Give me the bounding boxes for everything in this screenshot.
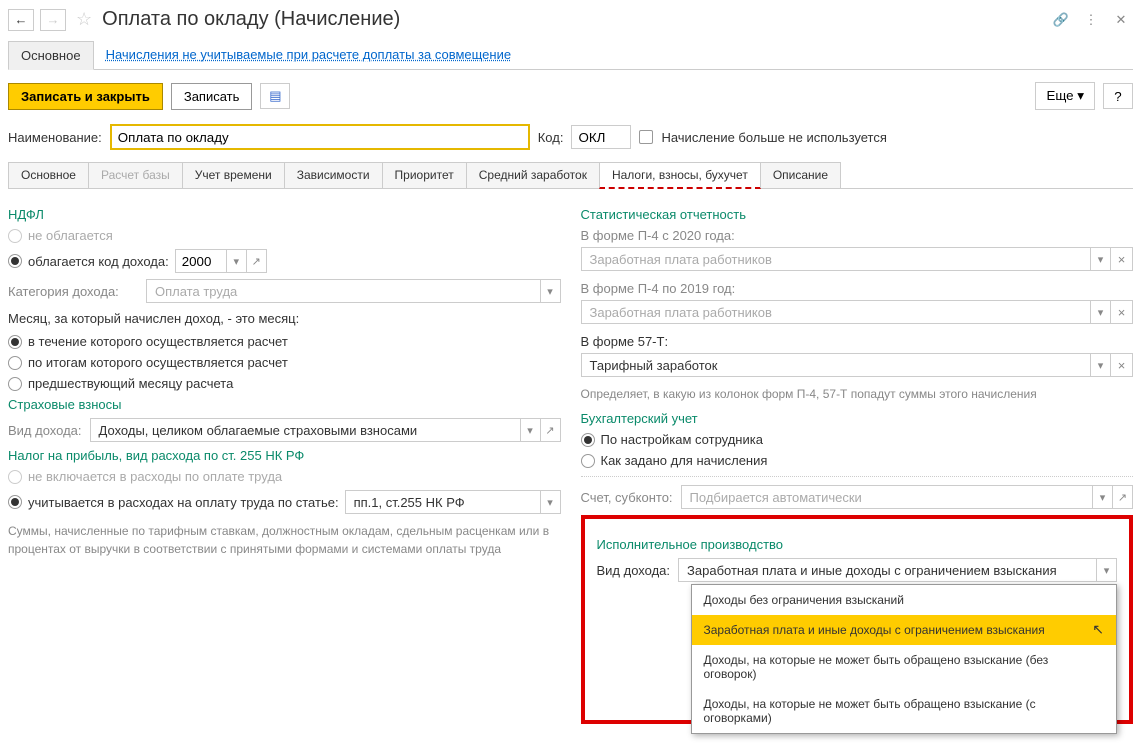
code-input[interactable] [571,125,631,149]
exec-option-1[interactable]: Заработная плата и иные доходы с огранич… [692,615,1117,645]
insurance-type-value: Доходы, целиком облагаемые страховыми вз… [91,421,520,440]
month-label: Месяц, за который начислен доход, - это … [8,311,561,326]
tab-time[interactable]: Учет времени [182,162,285,188]
close-icon[interactable]: ✕ [1109,9,1133,31]
tab-taxes[interactable]: Налоги, взносы, бухучет [599,162,761,189]
exec-head: Исполнительное производство [597,537,1118,552]
cursor-icon: ↖ [1092,621,1104,638]
help-button[interactable]: ? [1103,83,1133,109]
dropdown-icon[interactable]: ▾ [226,250,246,272]
dropdown-icon[interactable]: ▾ [540,491,560,513]
exec-option-0[interactable]: Доходы без ограничения взысканий [692,585,1117,615]
top-tab-link[interactable]: Начисления не учитываемые при расчете до… [94,41,524,69]
clear-icon[interactable]: × [1111,300,1133,324]
clear-icon[interactable]: × [1111,353,1133,377]
acc-opt2-radio[interactable] [581,454,595,468]
month-opt3-radio[interactable] [8,377,22,391]
back-button[interactable]: ← [8,9,34,31]
insurance-head: Страховые взносы [8,397,561,412]
save-close-button[interactable]: Записать и закрыть [8,83,163,110]
article-value: пп.1, ст.255 НК РФ [346,493,540,512]
accounting-head: Бухгалтерский учет [581,411,1134,426]
code-label: Код: [538,130,564,145]
exec-type-label: Вид дохода: [597,563,671,578]
ndfl-not-taxed-radio[interactable] [8,229,22,243]
tab-base[interactable]: Расчет базы [88,162,183,188]
account-label: Счет, субконто: [581,490,673,505]
page-title: Оплата по окладу (Начисление) [102,8,1043,31]
open-icon[interactable]: ↗ [540,419,560,441]
category-value: Оплата труда [147,282,540,301]
ndfl-not-taxed-label: не облагается [28,228,113,243]
top-tab-main[interactable]: Основное [8,41,94,70]
exec-option-3[interactable]: Доходы, на которые не может быть обращен… [692,689,1117,733]
save-button[interactable]: Записать [171,83,253,110]
exec-type-value: Заработная плата и иные доходы с огранич… [679,561,1096,580]
tab-deps[interactable]: Зависимости [284,162,383,188]
clear-icon[interactable]: × [1111,247,1133,271]
profit-opt2-radio[interactable] [8,495,22,509]
ndfl-head: НДФЛ [8,207,561,222]
not-used-label: Начисление больше не используется [661,130,886,145]
not-used-checkbox[interactable] [639,130,653,144]
profit-note: Суммы, начисленные по тарифным ставкам, … [8,522,561,558]
link-icon[interactable]: 🔗 [1049,9,1073,31]
tab-description[interactable]: Описание [760,162,841,188]
account-placeholder: Подбирается автоматически [682,488,1092,507]
report-icon[interactable]: ▤ [260,83,290,109]
dropdown-icon[interactable]: ▾ [1092,486,1112,508]
tab-main[interactable]: Основное [8,162,89,188]
tab-average[interactable]: Средний заработок [466,162,600,188]
dropdown-icon[interactable]: ▾ [1090,248,1110,270]
tab-priority[interactable]: Приоритет [382,162,467,188]
dropdown-icon[interactable]: ▾ [1096,559,1116,581]
f57t-label: В форме 57-Т: [581,334,1134,349]
dropdown-icon[interactable]: ▾ [540,280,560,302]
favorite-icon[interactable]: ☆ [76,9,92,30]
exec-option-2[interactable]: Доходы, на которые не может быть обращен… [692,645,1117,689]
profit-opt1-radio[interactable] [8,470,22,484]
dropdown-icon[interactable]: ▾ [1090,354,1110,376]
income-code-input[interactable] [176,252,226,271]
dropdown-icon[interactable]: ▾ [520,419,540,441]
month-opt2-radio[interactable] [8,356,22,370]
insurance-type-label: Вид дохода: [8,423,82,438]
open-icon[interactable]: ↗ [1112,486,1132,508]
dropdown-icon[interactable]: ▾ [1090,301,1110,323]
acc-opt1-radio[interactable] [581,433,595,447]
name-label: Наименование: [8,130,102,145]
category-label: Категория дохода: [8,284,138,299]
more-button[interactable]: Еще ▾ [1035,82,1095,110]
stat-note: Определяет, в какую из колонок форм П-4,… [581,385,1134,403]
ndfl-taxed-radio[interactable] [8,254,22,268]
open-icon[interactable]: ↗ [246,250,266,272]
forward-button[interactable]: → [40,9,66,31]
profit-tax-head: Налог на прибыль, вид расхода по ст. 255… [8,448,561,463]
menu-icon[interactable]: ⋮ [1079,9,1103,31]
exec-dropdown: Доходы без ограничения взысканий Заработ… [691,584,1118,734]
name-input[interactable] [110,124,530,150]
ndfl-taxed-label: облагается код дохода: [28,254,169,269]
p4-2019-label: В форме П-4 по 2019 год: [581,281,1134,296]
month-opt1-radio[interactable] [8,335,22,349]
stat-head: Статистическая отчетность [581,207,1134,222]
p4-2020-label: В форме П-4 с 2020 года: [581,228,1134,243]
